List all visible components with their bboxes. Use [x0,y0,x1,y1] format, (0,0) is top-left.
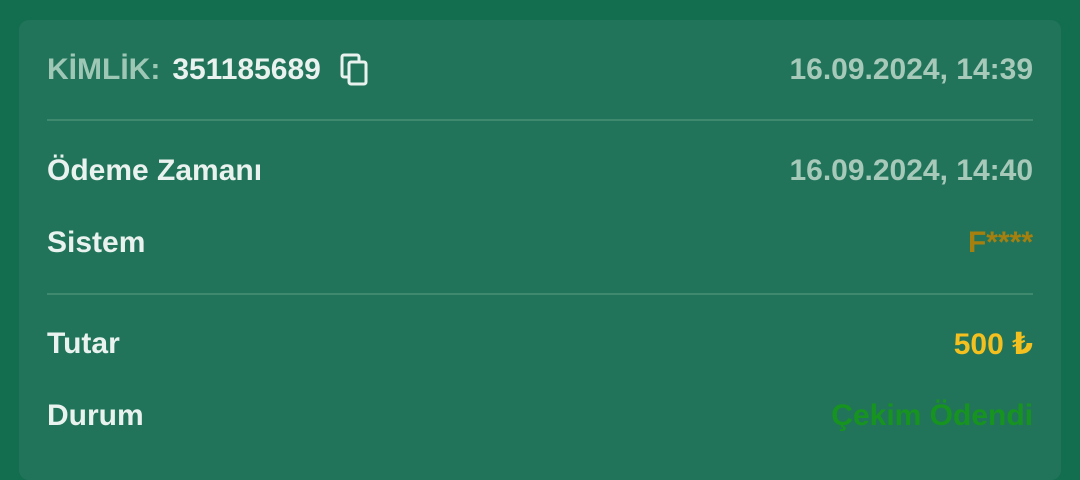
status-label: Durum [47,399,144,432]
divider-top [47,119,1033,121]
divider-middle [47,293,1033,295]
payment-time-value: 16.09.2024, 14:40 [789,154,1033,187]
id-label: KİMLİK: [47,53,161,86]
system-value: F**** [967,226,1033,259]
header-row: KİMLİK: 351185689 16.09.2024, 14:39 [47,50,1033,90]
id-group: KİMLİK: 351185689 [47,52,373,88]
payment-time-label: Ödeme Zamanı [47,154,263,187]
amount-row: Tutar 500 ₺ [47,324,1033,364]
system-row: Sistem F**** [47,223,1033,263]
amount-value: 500 ₺ [953,327,1033,361]
payment-time-row: Ödeme Zamanı 16.09.2024, 14:40 [47,151,1033,191]
transaction-card: KİMLİK: 351185689 16.09.2024, 14:39 Ödem… [19,20,1061,480]
created-at: 16.09.2024, 14:39 [789,53,1033,86]
system-label: Sistem [47,226,146,259]
status-value: Çekim Ödendi [831,399,1033,432]
status-row: Durum Çekim Ödendi [47,396,1033,436]
id-value: 351185689 [172,53,321,86]
amount-label: Tutar [47,327,120,360]
copy-icon[interactable] [339,52,373,88]
